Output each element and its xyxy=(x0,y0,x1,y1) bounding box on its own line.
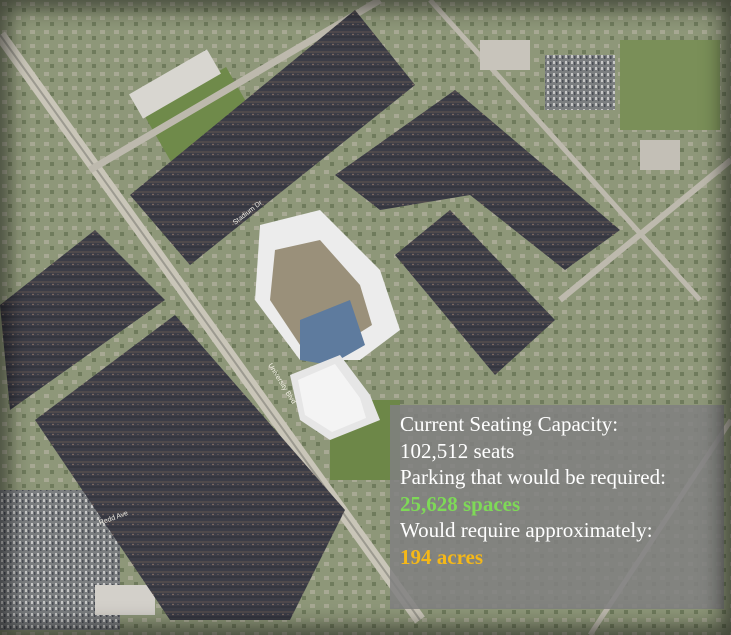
caption-box: Current Seating Capacity: 102,512 seats … xyxy=(390,405,724,609)
car-lot xyxy=(545,55,615,110)
parking-value: 25,628 spaces xyxy=(400,491,521,516)
area-label: Would require approximately: xyxy=(400,518,653,542)
building xyxy=(95,585,155,615)
building xyxy=(640,140,680,170)
green-field xyxy=(620,40,720,130)
building xyxy=(480,40,530,70)
capacity-value: 102,512 seats xyxy=(400,438,515,463)
map-stage: Stadium Dr University Blvd Redd Ave Curr… xyxy=(0,0,731,635)
area-value: 194 acres xyxy=(400,544,484,569)
parking-label: Parking that would be required: xyxy=(400,465,666,489)
capacity-label: Current Seating Capacity: xyxy=(400,412,619,436)
